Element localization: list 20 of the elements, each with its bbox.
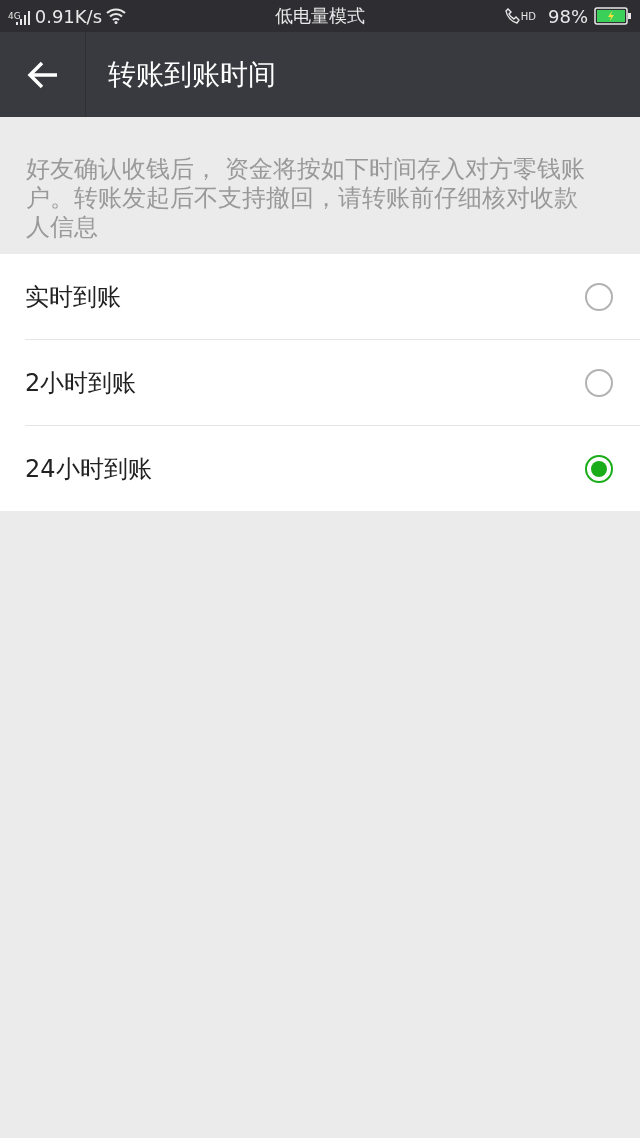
- wifi-icon: [106, 8, 127, 24]
- power-saving-mode: 低电量模式: [275, 5, 365, 26]
- network-speed: 0.91K/s: [34, 5, 103, 27]
- option-label: 实时到账: [25, 281, 121, 313]
- description-text: 好友确认收钱后， 资金将按如下时间存入对方零钱账户。转账发起后不支持撤回，请转账前仔细核对收款人信息: [25, 154, 587, 243]
- hd-label: HD: [520, 10, 536, 22]
- option-label: 24小时到账: [25, 453, 152, 485]
- radio-button[interactable]: [584, 281, 614, 312]
- battery-percent: 98%: [548, 5, 588, 27]
- phone-icon: [504, 8, 521, 24]
- battery-icon: [594, 7, 632, 25]
- option-row[interactable]: 实时到账: [25, 254, 640, 340]
- option-row[interactable]: 24小时到账: [25, 426, 640, 511]
- radio-button[interactable]: [584, 453, 614, 484]
- option-row[interactable]: 2小时到账: [25, 340, 640, 426]
- page-title: 转账到账时间: [108, 56, 276, 93]
- back-arrow-icon: [26, 60, 59, 89]
- option-label: 2小时到账: [25, 367, 137, 399]
- radio-button[interactable]: [584, 367, 614, 398]
- network-type: 4G: [8, 11, 21, 21]
